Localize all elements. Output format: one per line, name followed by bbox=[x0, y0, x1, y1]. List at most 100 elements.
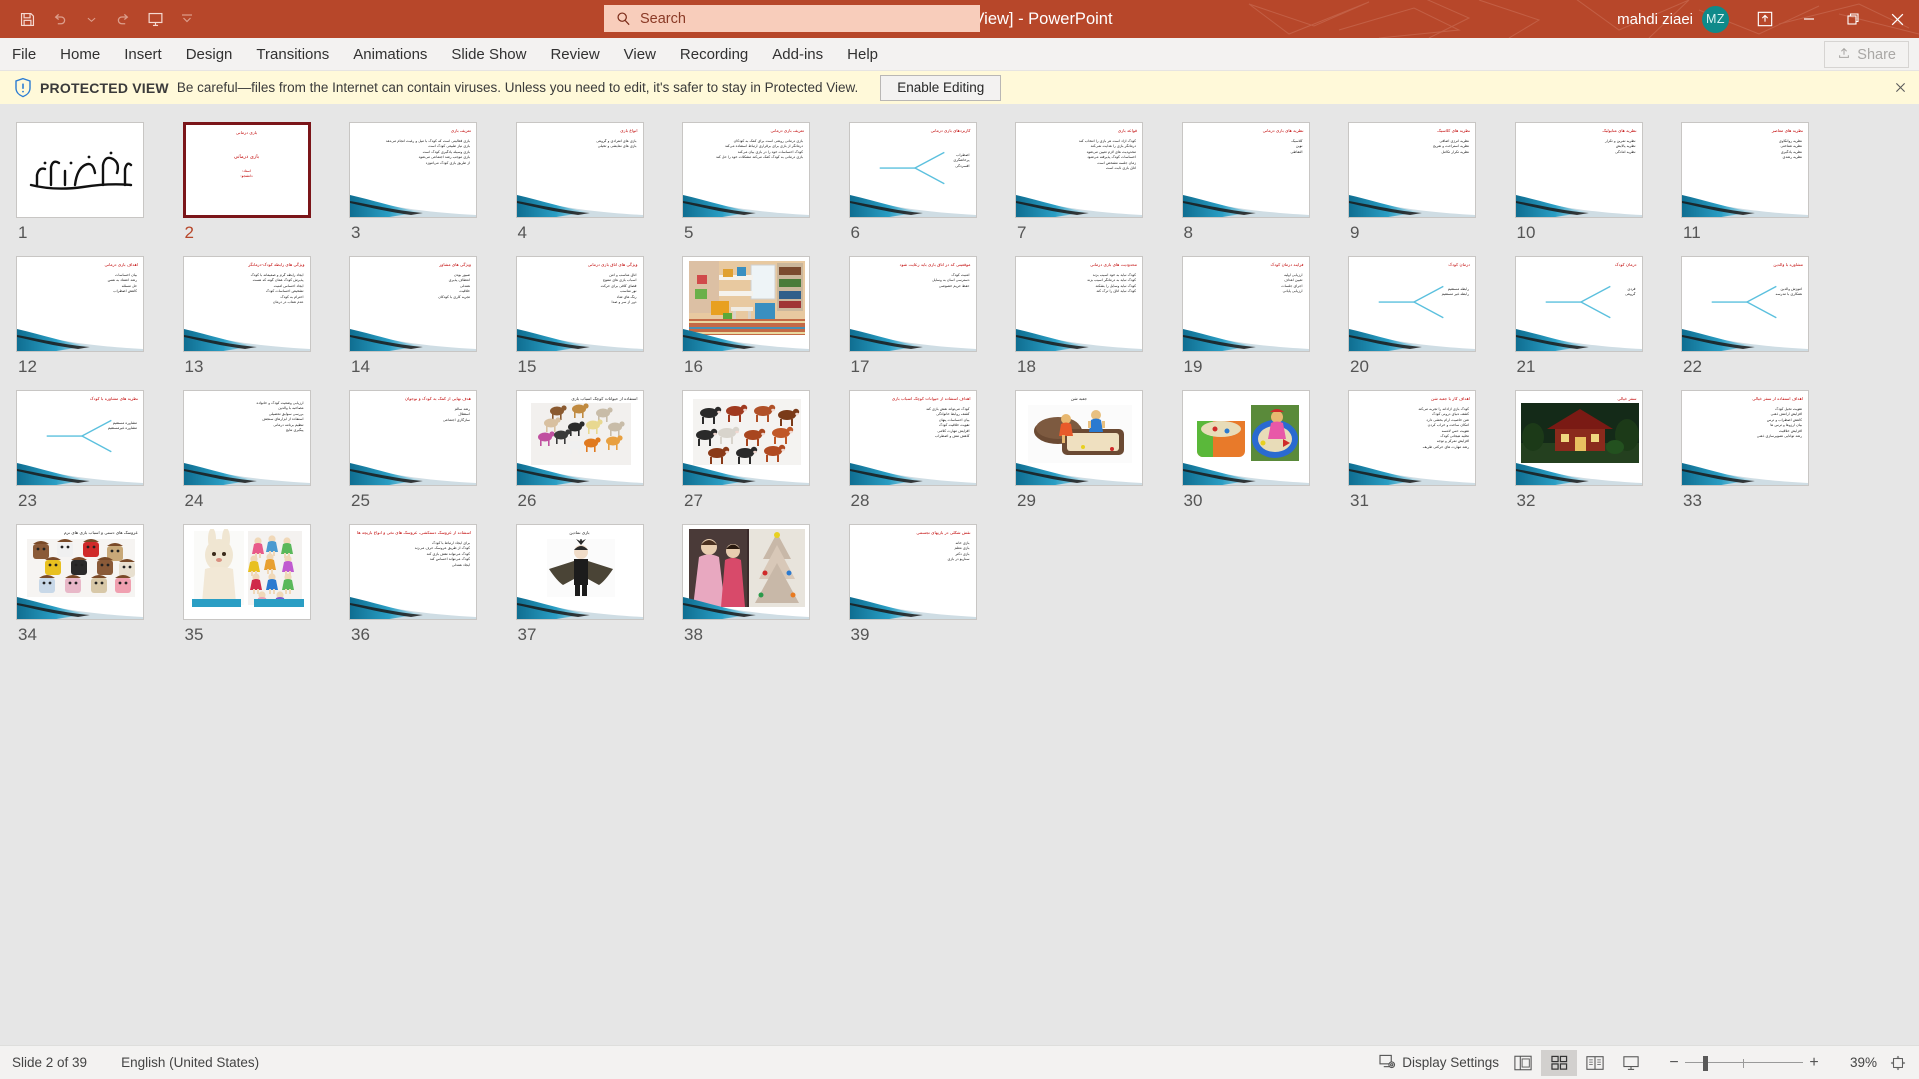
slide-thumbnail-3[interactable]: تعریف بازی بازی فعالیتی است که کودک با می… bbox=[349, 122, 516, 243]
slide-thumbnail-14[interactable]: ویژگی های مشاور صبور بودن انعطاف پذیری همدل… bbox=[349, 256, 516, 377]
slide-thumbnail-image[interactable]: نظریه های متابولیک نظریه تمرین و تکرار نظر… bbox=[1514, 122, 1643, 218]
slide-thumbnail-image[interactable]: انواع بازی بازی های انفرادی و گروهی بازی ه… bbox=[515, 122, 644, 218]
close-icon[interactable] bbox=[1875, 0, 1919, 38]
slide-thumbnail-5[interactable]: تعریف بازی درمانی بازی درمانی روشی است بر… bbox=[682, 122, 849, 243]
slide-thumbnail-8[interactable]: نظریه های بازی درمانی کلاسیک نوین التقاطی 8 bbox=[1181, 122, 1349, 243]
tab-recording[interactable]: Recording bbox=[668, 38, 760, 70]
close-icon[interactable] bbox=[1891, 78, 1909, 96]
slide-thumbnail-29[interactable]: جعبه شن 29 bbox=[1015, 390, 1182, 511]
slide-thumbnail-7[interactable]: قواعد بازی کودک آزاد است هر بازی را انتخا… bbox=[1015, 122, 1182, 243]
view-normal[interactable] bbox=[1505, 1050, 1541, 1076]
slide-thumbnail-image[interactable]: نظریه های معاصر نظریه روانکاوی نظریه شناخت… bbox=[1681, 122, 1809, 218]
slide-thumbnail-16[interactable]: 16 bbox=[682, 256, 849, 377]
redo-icon[interactable] bbox=[108, 4, 138, 34]
slide-thumbnail-1[interactable]: 1 bbox=[16, 122, 183, 243]
slide-thumbnail-image[interactable]: اهداف بازی درمانی بیان احساسات رشد اعتماد … bbox=[16, 256, 144, 352]
tab-view[interactable]: View bbox=[612, 38, 668, 70]
slide-thumbnail-image[interactable]: مشاوره با والدین آموزش والدین همکاری با مد… bbox=[1681, 256, 1809, 352]
slide-thumbnail-image[interactable] bbox=[682, 524, 810, 620]
slide-thumbnail-17[interactable]: موقعیتی که در اتاق بازی باید رعایت شود ام… bbox=[848, 256, 1016, 377]
view-slide-sorter[interactable] bbox=[1541, 1049, 1577, 1076]
slide-thumbnail-image[interactable]: سفر خیالی bbox=[1514, 390, 1643, 486]
slide-thumbnail-image[interactable]: عروسک های دستی و اسباب بازی های نرم bbox=[16, 524, 144, 620]
slide-thumbnail-27[interactable]: 27 bbox=[682, 390, 849, 511]
slide-thumbnail-image[interactable]: تعریف بازی درمانی بازی درمانی روشی است بر… bbox=[682, 122, 810, 218]
slide-thumbnail-image[interactable]: ویژگی های مشاور صبور بودن انعطاف پذیری همدل… bbox=[349, 256, 477, 352]
slide-thumbnail-image[interactable]: بازی نمادین bbox=[515, 524, 644, 620]
slide-thumbnail-image[interactable]: اهداف استفاده از سفر خیالی تقویت تخیل کود… bbox=[1681, 390, 1809, 486]
slide-thumbnail-36[interactable]: استفاده از عروسک دستکشی، عروسک های نخی و… bbox=[349, 524, 516, 645]
slide-thumbnail-11[interactable]: نظریه های معاصر نظریه روانکاوی نظریه شناخت… bbox=[1681, 122, 1848, 243]
slide-thumbnail-4[interactable]: انواع بازی بازی های انفرادی و گروهی بازی ه… bbox=[515, 122, 683, 243]
slide-thumbnail-18[interactable]: محدودیت های بازی درمانی کودک نباید به خود… bbox=[1015, 256, 1182, 377]
slide-thumbnail-37[interactable]: بازی نمادین 37 bbox=[515, 524, 683, 645]
slide-thumbnail-33[interactable]: اهداف استفاده از سفر خیالی تقویت تخیل کود… bbox=[1681, 390, 1848, 511]
slide-thumbnail-image[interactable]: قواعد بازی کودک آزاد است هر بازی را انتخا… bbox=[1015, 122, 1143, 218]
slide-thumbnail-image[interactable]: فرایند درمان کودک ارزیابی اولیه تعیین اهدا… bbox=[1181, 256, 1310, 352]
search-box[interactable] bbox=[604, 5, 980, 32]
view-reading[interactable] bbox=[1577, 1050, 1613, 1076]
slide-thumbnail-image[interactable] bbox=[682, 256, 810, 352]
undo-dropdown-icon[interactable] bbox=[76, 4, 106, 34]
zoom-control[interactable]: − + bbox=[1663, 1053, 1825, 1073]
zoom-out-button[interactable]: − bbox=[1663, 1054, 1685, 1072]
slide-thumbnail-34[interactable]: عروسک های دستی و اسباب بازی های نرم 34 bbox=[16, 524, 183, 645]
slide-thumbnail-38[interactable]: 38 bbox=[682, 524, 849, 645]
minimize-icon[interactable] bbox=[1787, 0, 1831, 38]
fit-to-window-icon[interactable] bbox=[1885, 1051, 1911, 1075]
slide-thumbnail-image[interactable]: اهداف استفاده از حیوانات کوچک اسباب بازی… bbox=[848, 390, 977, 486]
slide-thumbnail-19[interactable]: فرایند درمان کودک ارزیابی اولیه تعیین اهدا… bbox=[1181, 256, 1349, 377]
tab-review[interactable]: Review bbox=[538, 38, 611, 70]
slide-indicator[interactable]: Slide 2 of 39 bbox=[12, 1055, 87, 1070]
slide-thumbnail-image[interactable]: محدودیت های بازی درمانی کودک نباید به خود… bbox=[1015, 256, 1143, 352]
slide-thumbnail-31[interactable]: اهداف کار با جعبه شن کودک بازی آزادانه را… bbox=[1348, 390, 1515, 511]
slide-thumbnail-image[interactable]: نقش شکلی در بازیهای تجسمی بازی خانه بازی م… bbox=[848, 524, 977, 620]
slide-thumbnail-22[interactable]: مشاوره با والدین آموزش والدین همکاری با مد… bbox=[1681, 256, 1848, 377]
slide-thumbnail-image[interactable] bbox=[16, 122, 144, 218]
tab-animations[interactable]: Animations bbox=[341, 38, 439, 70]
slide-thumbnail-39[interactable]: نقش شکلی در بازیهای تجسمی بازی خانه بازی م… bbox=[848, 524, 1016, 645]
share-button[interactable]: Share bbox=[1824, 41, 1909, 68]
slide-thumbnail-image[interactable]: کاربردهای بازی درمانی اضطراب پرخاشگری افسرد… bbox=[848, 122, 977, 218]
slide-thumbnail-30[interactable]: 30 bbox=[1181, 390, 1349, 511]
slide-thumbnail-image[interactable]: استفاده از عروسک دستکشی، عروسک های نخی و… bbox=[349, 524, 477, 620]
slide-thumbnail-image[interactable] bbox=[182, 524, 311, 620]
slide-thumbnail-image[interactable]: ویژگی های رابطه کودک-درمانگر ایجاد رابطه … bbox=[182, 256, 311, 352]
tab-add-ins[interactable]: Add-ins bbox=[760, 38, 835, 70]
language-indicator[interactable]: English (United States) bbox=[121, 1055, 259, 1070]
slide-thumbnail-image[interactable]: تعریف بازی بازی فعالیتی است که کودک با می… bbox=[349, 122, 477, 218]
slide-thumbnail-28[interactable]: اهداف استفاده از حیوانات کوچک اسباب بازی… bbox=[848, 390, 1016, 511]
undo-icon[interactable] bbox=[44, 4, 74, 34]
slide-thumbnail-32[interactable]: سفر خیالی 32 bbox=[1514, 390, 1682, 511]
restore-icon[interactable] bbox=[1831, 0, 1875, 38]
slide-thumbnail-image[interactable]: ارزیابی وضعیت کودک و خانواده مصاحبه با وا… bbox=[182, 390, 311, 486]
slide-thumbnail-image[interactable]: جعبه شن bbox=[1015, 390, 1143, 486]
slide-thumbnail-21[interactable]: درمان کودک فردی گروهی 21 bbox=[1514, 256, 1682, 377]
zoom-slider-handle[interactable] bbox=[1703, 1055, 1708, 1071]
slide-thumbnail-image[interactable]: ویژگی های اتاق بازی درمانی اتاق مناسب و ا… bbox=[515, 256, 644, 352]
zoom-in-button[interactable]: + bbox=[1803, 1054, 1825, 1072]
slide-thumbnail-13[interactable]: ویژگی های رابطه کودک-درمانگر ایجاد رابطه … bbox=[182, 256, 350, 377]
tab-slide-show[interactable]: Slide Show bbox=[439, 38, 538, 70]
slide-thumbnail-23[interactable]: نظریه های مشاوره با کودک مشاوره مستقیم مشا… bbox=[16, 390, 183, 511]
slide-thumbnail-25[interactable]: هدف نهایی از کمک به کودک و نوجوان رشد سال… bbox=[349, 390, 516, 511]
slide-thumbnail-26[interactable]: استفاده از حیوانات کوچک اسباب بازی 26 bbox=[515, 390, 683, 511]
slide-thumbnail-image[interactable]: بازی درمانی بازی درمانی استاد: دانشجو: bbox=[182, 122, 311, 218]
slide-thumbnail-image[interactable]: استفاده از حیوانات کوچک اسباب بازی bbox=[515, 390, 644, 486]
slide-thumbnail-2[interactable]: بازی درمانی بازی درمانی استاد: دانشجو: 2 bbox=[182, 122, 350, 243]
slide-thumbnail-10[interactable]: نظریه های متابولیک نظریه تمرین و تکرار نظر… bbox=[1514, 122, 1682, 243]
slide-sorter-pane[interactable]: 1 بازی درمانی بازی درمانی استاد: دانشجو: 2 تعر… bbox=[0, 104, 1919, 1046]
ribbon-display-options-icon[interactable] bbox=[1743, 0, 1787, 38]
customize-qat-icon[interactable] bbox=[172, 4, 202, 34]
slide-thumbnail-image[interactable]: هدف نهایی از کمک به کودک و نوجوان رشد سال… bbox=[349, 390, 477, 486]
slide-thumbnail-image[interactable] bbox=[682, 390, 810, 486]
enable-editing-button[interactable]: Enable Editing bbox=[880, 74, 1002, 101]
tab-transitions[interactable]: Transitions bbox=[244, 38, 341, 70]
slide-thumbnail-15[interactable]: ویژگی های اتاق بازی درمانی اتاق مناسب و ا… bbox=[515, 256, 683, 377]
tab-file[interactable]: File bbox=[0, 38, 48, 70]
slide-thumbnail-image[interactable]: نظریه های مشاوره با کودک مشاوره مستقیم مشا… bbox=[16, 390, 144, 486]
slide-thumbnail-12[interactable]: اهداف بازی درمانی بیان احساسات رشد اعتماد … bbox=[16, 256, 183, 377]
slide-thumbnail-35[interactable]: 35 bbox=[182, 524, 350, 645]
zoom-level[interactable]: 39% bbox=[1833, 1055, 1877, 1070]
slide-thumbnail-24[interactable]: ارزیابی وضعیت کودک و خانواده مصاحبه با وا… bbox=[182, 390, 350, 511]
